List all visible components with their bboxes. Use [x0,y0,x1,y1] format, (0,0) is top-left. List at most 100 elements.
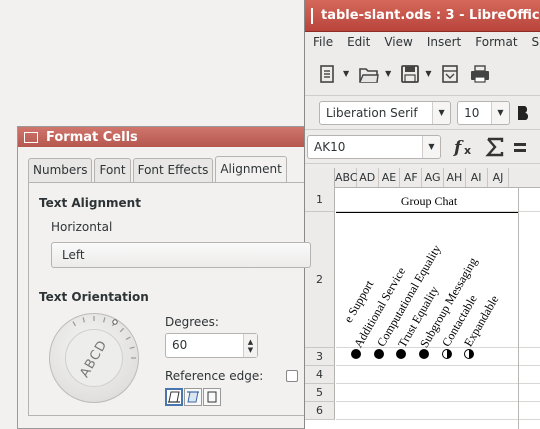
degrees-value: 60 [172,338,188,352]
column-header[interactable]: AG [422,168,444,187]
function-wizard-button[interactable]: f x [453,135,477,159]
tab-alignment[interactable]: Alignment [215,156,287,182]
spin-arrows[interactable]: ▲ ▼ [243,334,257,357]
chevron-down-icon[interactable]: ▼ [385,69,391,78]
column-header[interactable]: AD [357,168,379,187]
row-header[interactable]: 5 [305,384,335,402]
spin-down-icon[interactable]: ▼ [248,346,253,354]
new-document-icon [320,64,334,83]
svg-text:f: f [453,138,464,158]
sheet-row [336,384,540,402]
font-name-combo[interactable]: Liberation Serif ▼ [319,100,452,125]
spreadsheet-icon [311,7,313,24]
cell-group-chat[interactable]: Group Chat [339,194,519,209]
degrees-label: Degrees: [165,315,219,329]
tab-numbers[interactable]: Numbers [28,158,93,182]
formula-button[interactable] [513,135,527,159]
reference-edge-inside-button[interactable] [203,388,221,406]
column-header[interactable]: AH [444,168,466,187]
spin-up-icon[interactable]: ▲ [248,338,253,346]
bold-icon [518,105,529,120]
window-title: table-slant.ods : 3 - LibreOffice [321,8,540,23]
tab-font-effects[interactable]: Font Effects [132,158,214,182]
row3-marks [351,349,487,359]
new-button[interactable]: ▼ [317,62,349,86]
chevron-down-icon[interactable]: ▼ [432,101,451,124]
folder-open-icon [359,67,379,83]
chevron-down-icon[interactable]: ▼ [343,69,349,78]
save-icon [401,64,420,83]
open-button[interactable]: ▼ [357,62,391,86]
column-header[interactable]: AI [466,168,488,187]
filled-circle-icon [419,349,430,359]
font-size-value: 10 [464,105,480,120]
column-border [518,188,519,429]
text-orientation-heading: Text Orientation [39,290,149,304]
equals-icon [514,142,526,152]
menu-insert[interactable]: Insert [427,35,461,49]
row-header[interactable]: 2 [305,212,335,348]
reference-edge-bottom-button[interactable] [165,388,183,406]
sum-button[interactable] [485,135,505,159]
chevron-down-icon[interactable]: ▼ [425,69,431,78]
column-header[interactable]: AE [379,168,401,187]
formatting-toolbar: Liberation Serif ▼ 10 ▼ [305,96,540,130]
reference-edge-top-button[interactable] [184,388,202,406]
orientation-dial[interactable]: ABCD [49,313,139,403]
menu-format[interactable]: Format [475,35,517,49]
cell-border-bottom [336,212,518,213]
standard-toolbar: ▼ ▼ ▼ [305,52,540,96]
window-titlebar[interactable]: table-slant.ods : 3 - LibreOffice [305,0,540,32]
font-name-value: Liberation Serif [326,105,418,120]
menubar: File Edit View Insert Format S [305,32,540,52]
row-header[interactable]: 4 [305,366,335,384]
text-alignment-heading: Text Alignment [39,196,141,210]
sheet-row [336,402,540,420]
spreadsheet-grid[interactable]: ABC AD AE AF AG AH AI AJ 1 2 3 4 5 6 Gro… [305,168,540,429]
bold-button[interactable] [516,101,532,125]
text-extension-bottom-icon [168,391,180,403]
row-header[interactable]: 1 [305,188,335,212]
filled-circle-icon [396,349,407,359]
column-header[interactable]: AF [400,168,423,187]
export-pdf-button[interactable] [439,62,461,86]
half-circle-icon [441,349,452,359]
font-size-combo[interactable]: 10 ▼ [457,100,510,125]
horizontal-label: Horizontal [51,220,113,234]
name-box[interactable]: AK10 ▼ [307,134,441,159]
menu-file[interactable]: File [313,35,333,49]
svg-text:x: x [464,144,471,157]
select-all-corner[interactable] [305,168,335,188]
printer-icon [471,64,490,83]
menu-edit[interactable]: Edit [347,35,370,49]
column-header[interactable]: ABC [335,168,358,187]
sum-icon [485,137,504,156]
horizontal-select[interactable]: Left [51,242,311,268]
filled-circle-icon [373,349,384,359]
menu-view[interactable]: View [384,35,412,49]
chevron-down-icon[interactable]: ▼ [422,135,440,158]
print-button[interactable] [469,62,491,86]
export-pdf-icon [442,64,459,83]
text-extension-inside-icon [207,391,217,403]
menu-sheet[interactable]: S [532,35,540,49]
column-header[interactable]: AJ [488,168,510,187]
column-headers: ABC AD AE AF AG AH AI AJ [305,168,540,188]
calc-window: table-slant.ods : 3 - LibreOffice File E… [304,0,540,429]
row-header[interactable]: 3 [305,348,335,366]
vertically-stacked-checkbox[interactable] [286,370,298,382]
save-button[interactable]: ▼ [399,62,431,86]
dialog-tabs: Numbers Font Font Effects Alignment [28,156,289,182]
window-icon [24,131,38,143]
row-header[interactable]: 6 [305,402,335,420]
dialog-titlebar[interactable]: Format Cells [18,127,304,147]
function-wizard-icon: f x [453,138,471,158]
tab-font[interactable]: Font [94,158,131,182]
reference-edge-buttons [165,388,222,406]
formula-bar: AK10 ▼ f x [305,130,540,164]
alignment-tab-panel: Text Alignment Horizontal Left Text Orie… [28,182,311,416]
chevron-down-icon[interactable]: ▼ [491,101,509,124]
degrees-spinbox[interactable]: 60 ▲ ▼ [165,333,258,358]
half-circle-icon [464,349,475,359]
reference-edge-label: Reference edge: [165,369,264,383]
